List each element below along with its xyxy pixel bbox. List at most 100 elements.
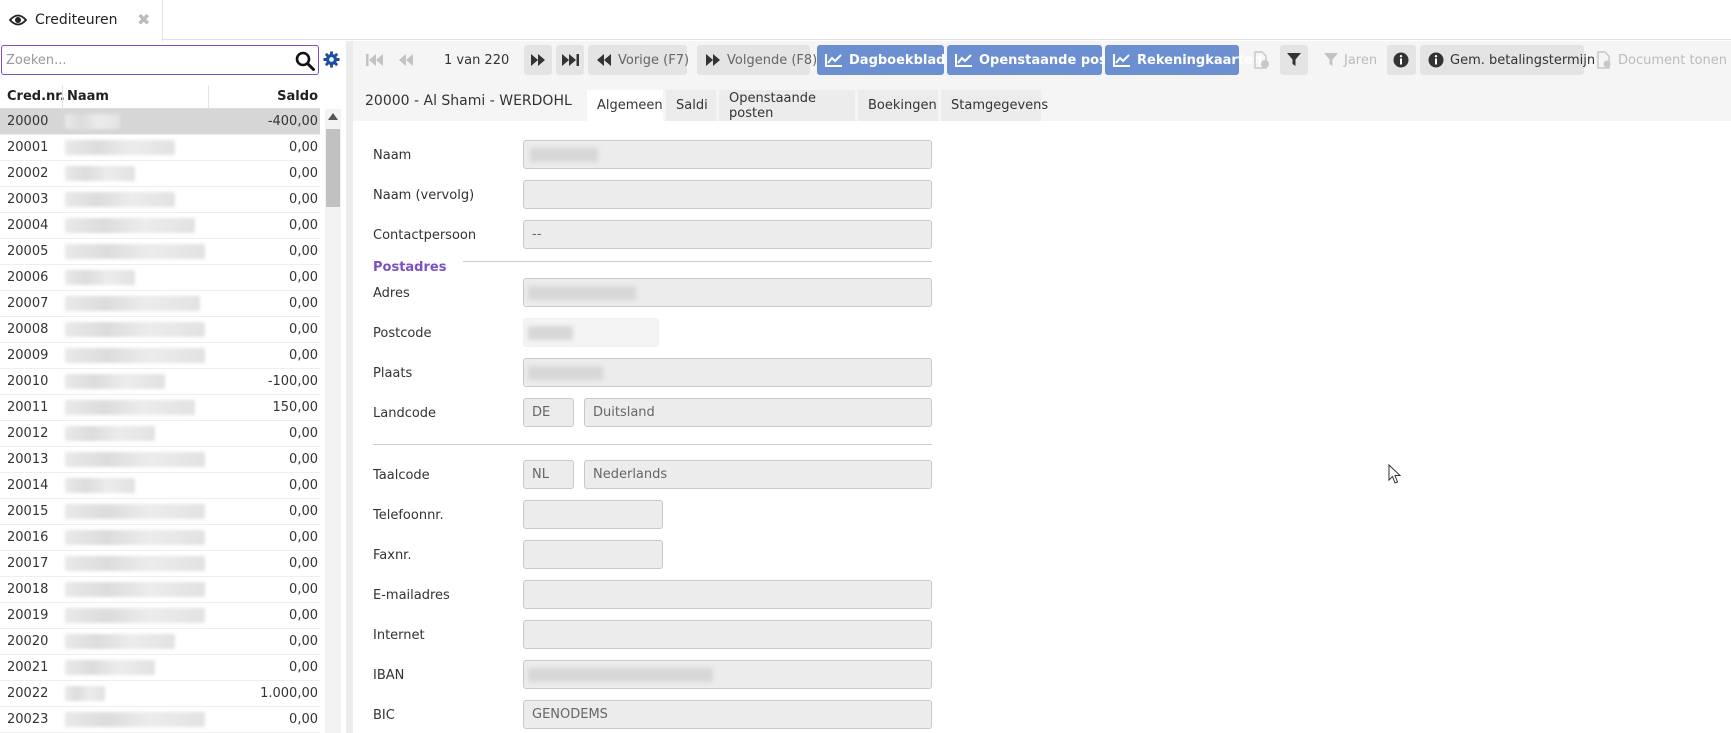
table-row[interactable]: 20021 0,00 [0,655,320,681]
table-row[interactable]: 20022 1.000,00 [0,681,320,707]
rewind-icon [597,54,611,66]
first-record-button[interactable] [361,45,389,75]
scroll-thumb[interactable] [326,129,340,207]
vorige-button[interactable]: Vorige (F7) [588,45,689,75]
table-row[interactable]: 20010 -100,00 [0,369,320,395]
plaats-field[interactable] [523,358,932,387]
adres-field[interactable] [523,278,932,307]
table-row[interactable]: 20002 0,00 [0,161,320,187]
jaren-button[interactable]: Jaren [1316,45,1394,75]
divider [373,444,932,445]
mouse-pointer-icon [1388,464,1402,484]
saldo-cell: 0,00 [289,634,318,649]
last-record-button[interactable] [556,45,584,75]
taalcode-field[interactable]: NL [523,460,574,489]
label-naam: Naam [373,148,412,163]
table-row[interactable]: 20015 0,00 [0,499,320,525]
table-row[interactable]: 20007 0,00 [0,291,320,317]
panel-splitter[interactable] [346,41,353,733]
redacted-name-cell [65,140,175,155]
table-row[interactable]: 20023 0,00 [0,707,320,733]
scroll-up-arrow-icon[interactable] [328,113,338,120]
redacted-name-cell [65,504,205,519]
new-document-button[interactable] [1246,45,1276,75]
tab-stamgegevens[interactable]: Stamgegevens [941,90,1048,121]
tab-boekingen[interactable]: Boekingen [858,90,938,121]
tab-openstaande-posten[interactable]: Openstaande posten [719,90,855,121]
internet-field[interactable] [523,620,932,649]
table-row[interactable]: 20006 0,00 [0,265,320,291]
document-tonen-label: Document tonen [1618,52,1728,68]
forward-icon [706,54,720,66]
list-scrollbar[interactable] [325,109,341,733]
dagboekbladen-button[interactable]: Dagboekbladen [817,45,963,75]
table-row[interactable]: 20014 0,00 [0,473,320,499]
fax-field[interactable] [523,540,663,569]
tab-algemeen[interactable]: Algemeen [587,90,663,121]
redacted-name-cell [65,478,135,493]
volgende-button[interactable]: Volgende (F8) [697,45,817,75]
table-row[interactable]: 20005 0,00 [0,239,320,265]
volgende-label: Volgende (F8) [727,52,818,68]
cred-nr-cell: 20020 [7,634,49,649]
search-input[interactable] [6,49,286,71]
redacted-name-cell [65,348,205,363]
table-row[interactable]: 20016 0,00 [0,525,320,551]
table-row[interactable]: 20017 0,00 [0,551,320,577]
iban-field[interactable] [523,660,932,689]
table-row[interactable]: 20013 0,00 [0,447,320,473]
table-row[interactable]: 20018 0,00 [0,577,320,603]
taal-field[interactable]: Nederlands [584,460,932,489]
column-header-nr[interactable]: Cred.nr. [7,89,65,104]
table-row[interactable]: 20012 0,00 [0,421,320,447]
cred-nr-cell: 20014 [7,478,49,493]
naam-field[interactable] [523,140,932,169]
openstaande-posten-button[interactable]: Openstaande posten [947,45,1131,75]
cred-nr-cell: 20012 [7,426,49,441]
tab-crediteuren[interactable]: Crediteuren ✖ [0,0,163,41]
document-tonen-button[interactable]: Document tonen [1588,45,1728,75]
column-header-naam[interactable]: Naam [67,89,109,104]
postcode-field[interactable] [523,318,659,347]
saldo-cell: 0,00 [289,192,318,207]
info-button[interactable] [1387,45,1416,75]
table-row[interactable]: 20020 0,00 [0,629,320,655]
saldo-cell: 0,00 [289,556,318,571]
landcode-field[interactable]: DE [523,398,574,427]
table-row[interactable]: 20019 0,00 [0,603,320,629]
table-row[interactable]: 20000 -400,00 [0,109,320,135]
redacted-value [528,326,573,340]
table-row[interactable]: 20008 0,00 [0,317,320,343]
naam-vervolg-field[interactable] [523,180,932,209]
rekeningkaarten-button[interactable]: Rekeningkaarten [1105,45,1262,75]
table-row[interactable]: 20009 0,00 [0,343,320,369]
redacted-name-cell [65,426,155,441]
contactpersoon-field[interactable]: -- [523,220,932,249]
email-field[interactable] [523,580,932,609]
table-row[interactable]: 20011 150,00 [0,395,320,421]
column-header-saldo[interactable]: Saldo [277,89,318,104]
cred-nr-cell: 20022 [7,686,49,701]
table-row[interactable]: 20001 0,00 [0,135,320,161]
land-field[interactable]: Duitsland [584,398,932,427]
filter-button[interactable] [1280,45,1308,75]
bic-field[interactable]: GENODEMS [523,700,932,729]
search-icon[interactable] [295,51,315,71]
gear-icon[interactable] [323,51,340,68]
table-row[interactable]: 20004 0,00 [0,213,320,239]
redacted-name-cell [65,582,205,597]
redacted-value [528,286,636,300]
tab-label: Stamgegevens [951,98,1049,113]
tab-saldi[interactable]: Saldi [666,90,716,121]
cred-nr-cell: 20021 [7,660,49,675]
next-record-button[interactable] [524,45,552,75]
label-bic: BIC [373,708,395,723]
toolbar: 1 van 220 Vorige (F7) Volgende (F8) Dagb… [353,41,1731,81]
close-icon[interactable]: ✖ [137,10,150,29]
previous-record-button[interactable] [393,45,419,75]
filter-icon [1287,53,1301,66]
telefoon-field[interactable] [523,500,663,529]
table-row[interactable]: 20003 0,00 [0,187,320,213]
betalingstermijn-button[interactable]: Gem. betalingstermijn [1420,45,1595,75]
tab-label: Algemeen [597,98,663,113]
